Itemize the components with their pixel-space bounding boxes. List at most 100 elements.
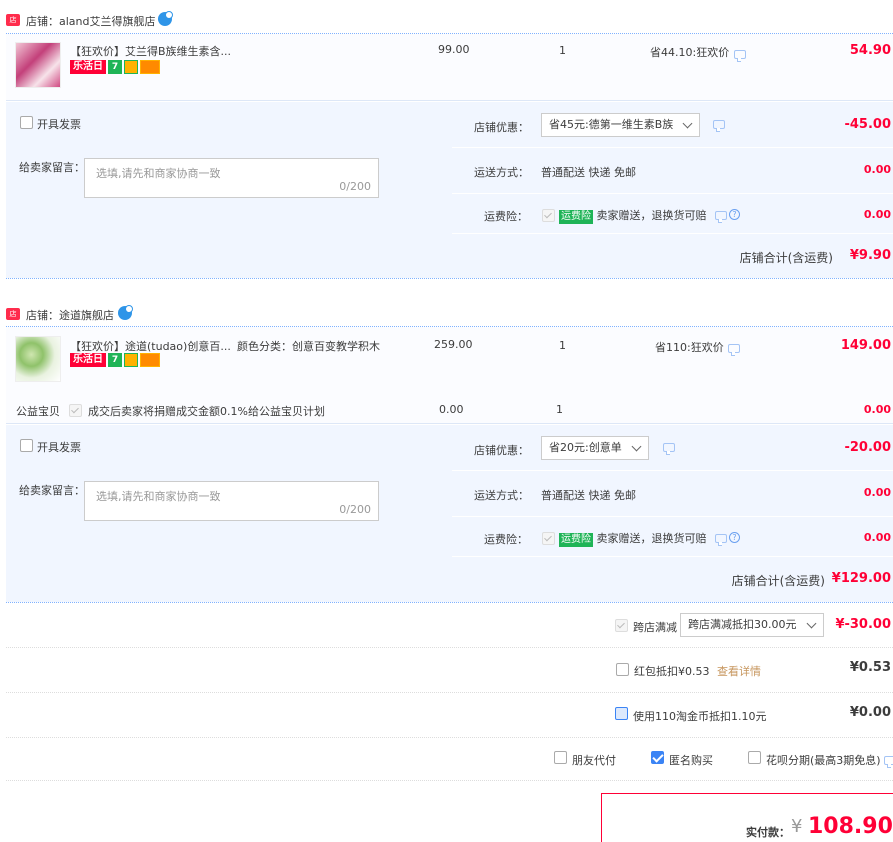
shop-coupon-select[interactable]: 省45元:德第一维生素B族 — [541, 113, 700, 137]
shop-name[interactable]: 店铺：途道旗舰店 — [26, 307, 114, 323]
shipping-amount: 0.00 — [863, 163, 891, 176]
shipping-row: 运送方式： 普通配送 快递 免邮 0.00 — [452, 148, 893, 194]
shop-options: 开具发票 给卖家留言： 选填,请先和商家协商一致 0/200 店铺优惠： 省45… — [6, 102, 893, 234]
festival-tag: 乐活日 — [70, 353, 106, 367]
friend-pay-label: 朋友代付 — [572, 754, 616, 767]
help-icon[interactable]: ? — [729, 532, 740, 543]
insurance-tag: 运费险 — [559, 533, 593, 547]
insurance-text: 运费险 卖家赠送，退换货可赔 — [559, 207, 707, 224]
chevron-down-icon — [631, 441, 642, 452]
cross-store-label: 跨店满减 — [633, 621, 677, 634]
order-item: 【狂欢价】途道(tudao)创意百... 颜色分类：创意百变教学积木 乐活日 7 … — [6, 327, 893, 398]
divider — [6, 780, 893, 781]
shop-options: 开具发票 给卖家留言： 选填,请先和商家协商一致 0/200 店铺优惠： 省20… — [6, 425, 893, 557]
credit-card-icon — [140, 60, 160, 74]
coupon-selected-value: 省20元:创意单 — [549, 441, 622, 454]
huabei-info-icon[interactable] — [884, 756, 893, 768]
payment-options-row: 朋友代付 匿名购买 花呗分期(最高3期免息) — [6, 738, 893, 780]
product-title[interactable]: 【狂欢价】途道(tudao)创意百... — [70, 338, 231, 354]
shipping-label: 运送方式： — [474, 489, 529, 502]
seller-message-input[interactable]: 选填,请先和商家协商一致 0/200 — [84, 158, 379, 198]
insurance-desc: 卖家赠送，退换货可赔 — [596, 209, 707, 222]
shipping-row: 运送方式： 普通配送 快递 免邮 0.00 — [452, 471, 893, 517]
coupon-info-icon[interactable] — [663, 443, 675, 455]
coupon-row: 店铺优惠： 省20元:创意单 -20.00 — [452, 425, 893, 471]
seller-message-input[interactable]: 选填,请先和商家协商一致 0/200 — [84, 481, 379, 521]
insurance-checkbox — [542, 532, 555, 545]
discount-info-icon[interactable] — [728, 344, 740, 356]
shop-icon: 店 — [6, 14, 20, 26]
invoice-checkbox[interactable] — [20, 439, 33, 452]
message-placeholder: 选填,请先和商家协商一致 — [96, 167, 221, 180]
huabei-checkbox[interactable] — [748, 751, 761, 764]
charity-text: 成交后卖家将捐赠成交金额0.1%给公益宝贝计划 — [88, 405, 325, 418]
red-packet-row: 红包抵扣¥0.53 查看详情 ¥0.53 — [6, 648, 893, 692]
coins-row: 使用110淘金币抵扣1.10元 ¥0.00 — [6, 693, 893, 737]
product-attribute: 颜色分类：创意百变教学积木 — [237, 340, 380, 353]
coupon-amount: -20.00 — [844, 440, 891, 455]
guarantee-icon — [124, 353, 138, 367]
product-thumbnail[interactable] — [15, 336, 61, 382]
coins-checkbox[interactable] — [615, 707, 628, 720]
shipping-value: 普通配送 快递 免邮 — [541, 166, 636, 179]
invoice-label: 开具发票 — [37, 118, 81, 131]
product-tags: 乐活日 7 — [70, 60, 162, 76]
charity-price: 0.00 — [439, 403, 464, 416]
insurance-row: 运费险： 运费险 卖家赠送，退换货可赔 ? 0.00 — [452, 194, 893, 234]
cross-store-checkbox — [615, 619, 628, 632]
insurance-amount: 0.00 — [863, 208, 891, 221]
divider — [6, 423, 893, 424]
shop-total-row: 店铺合计(含运费) ¥9.90 — [6, 234, 893, 278]
insurance-label: 运费险： — [484, 533, 528, 546]
shop-header: 店 店铺：途道旗舰店 — [6, 301, 893, 327]
cross-store-row: 跨店满减 跨店满减抵扣30.00元 ¥-30.00 — [6, 603, 893, 647]
credit-card-icon — [140, 353, 160, 367]
insurance-text: 运费险 卖家赠送，退换货可赔 — [559, 530, 707, 547]
message-placeholder: 选填,请先和商家协商一致 — [96, 490, 221, 503]
red-packet-label: 红包抵扣¥0.53 — [634, 665, 710, 678]
invoice-checkbox[interactable] — [20, 116, 33, 129]
charity-qty: 1 — [556, 403, 563, 416]
discount-text: 省44.10:狂欢价 — [650, 46, 730, 59]
product-tags: 乐活日 7 — [70, 353, 162, 369]
seven-day-return-icon: 7 — [108, 353, 122, 367]
wangwang-chat-icon[interactable] — [158, 11, 173, 26]
coupon-label: 店铺优惠： — [474, 444, 529, 457]
red-packet-details-link[interactable]: 查看详情 — [717, 663, 761, 679]
charity-row: 公益宝贝 成交后卖家将捐赠成交金额0.1%给公益宝贝计划 0.00 1 0.00 — [6, 398, 893, 423]
shop-icon: 店 — [6, 308, 20, 320]
shop-name[interactable]: 店铺：aland艾兰得旗舰店 — [26, 13, 156, 29]
seven-day-return-icon: 7 — [108, 60, 122, 74]
payment-currency: ¥ — [791, 816, 803, 837]
insurance-checkbox — [542, 209, 555, 222]
insurance-chat-icon[interactable] — [715, 534, 727, 546]
chevron-down-icon — [682, 118, 693, 129]
shop-coupon-select[interactable]: 省20元:创意单 — [541, 436, 649, 460]
coupon-amount: -45.00 — [844, 117, 891, 132]
message-count: 0/200 — [339, 503, 371, 516]
unit-price: 259.00 — [434, 338, 473, 351]
insurance-desc: 卖家赠送，退换货可赔 — [596, 532, 707, 545]
red-packet-checkbox[interactable] — [616, 663, 629, 676]
insurance-amount: 0.00 — [863, 531, 891, 544]
help-icon[interactable]: ? — [729, 209, 740, 220]
anonymous-checkbox[interactable] — [651, 751, 664, 764]
message-label: 给卖家留言： — [19, 484, 85, 497]
coupon-info-icon[interactable] — [713, 120, 725, 132]
shop-total-label: 店铺合计(含运费) — [731, 574, 825, 588]
product-thumbnail[interactable] — [15, 42, 61, 88]
coupon-label: 店铺优惠： — [474, 121, 529, 134]
shop-header: 店 店铺：aland艾兰得旗舰店 — [6, 7, 893, 33]
order-item: 【狂欢价】艾兰得B族维生素含... 乐活日 7 99.00 1 省44.10:狂欢… — [6, 34, 893, 100]
payment-summary-box: 实付款： ¥ 108.90 — [601, 793, 893, 842]
wangwang-chat-icon[interactable] — [118, 305, 133, 320]
coupon-selected-value: 省45元:德第一维生素B族 — [549, 118, 674, 131]
discount-info-icon[interactable] — [734, 50, 746, 62]
quantity: 1 — [559, 44, 566, 57]
product-title[interactable]: 【狂欢价】艾兰得B族维生素含... — [70, 43, 231, 59]
cross-store-selected: 跨店满减抵扣30.00元 — [688, 618, 797, 631]
insurance-chat-icon[interactable] — [715, 211, 727, 223]
friend-pay-checkbox[interactable] — [554, 751, 567, 764]
message-label: 给卖家留言： — [19, 161, 85, 174]
cross-store-select[interactable]: 跨店满减抵扣30.00元 — [680, 613, 824, 637]
